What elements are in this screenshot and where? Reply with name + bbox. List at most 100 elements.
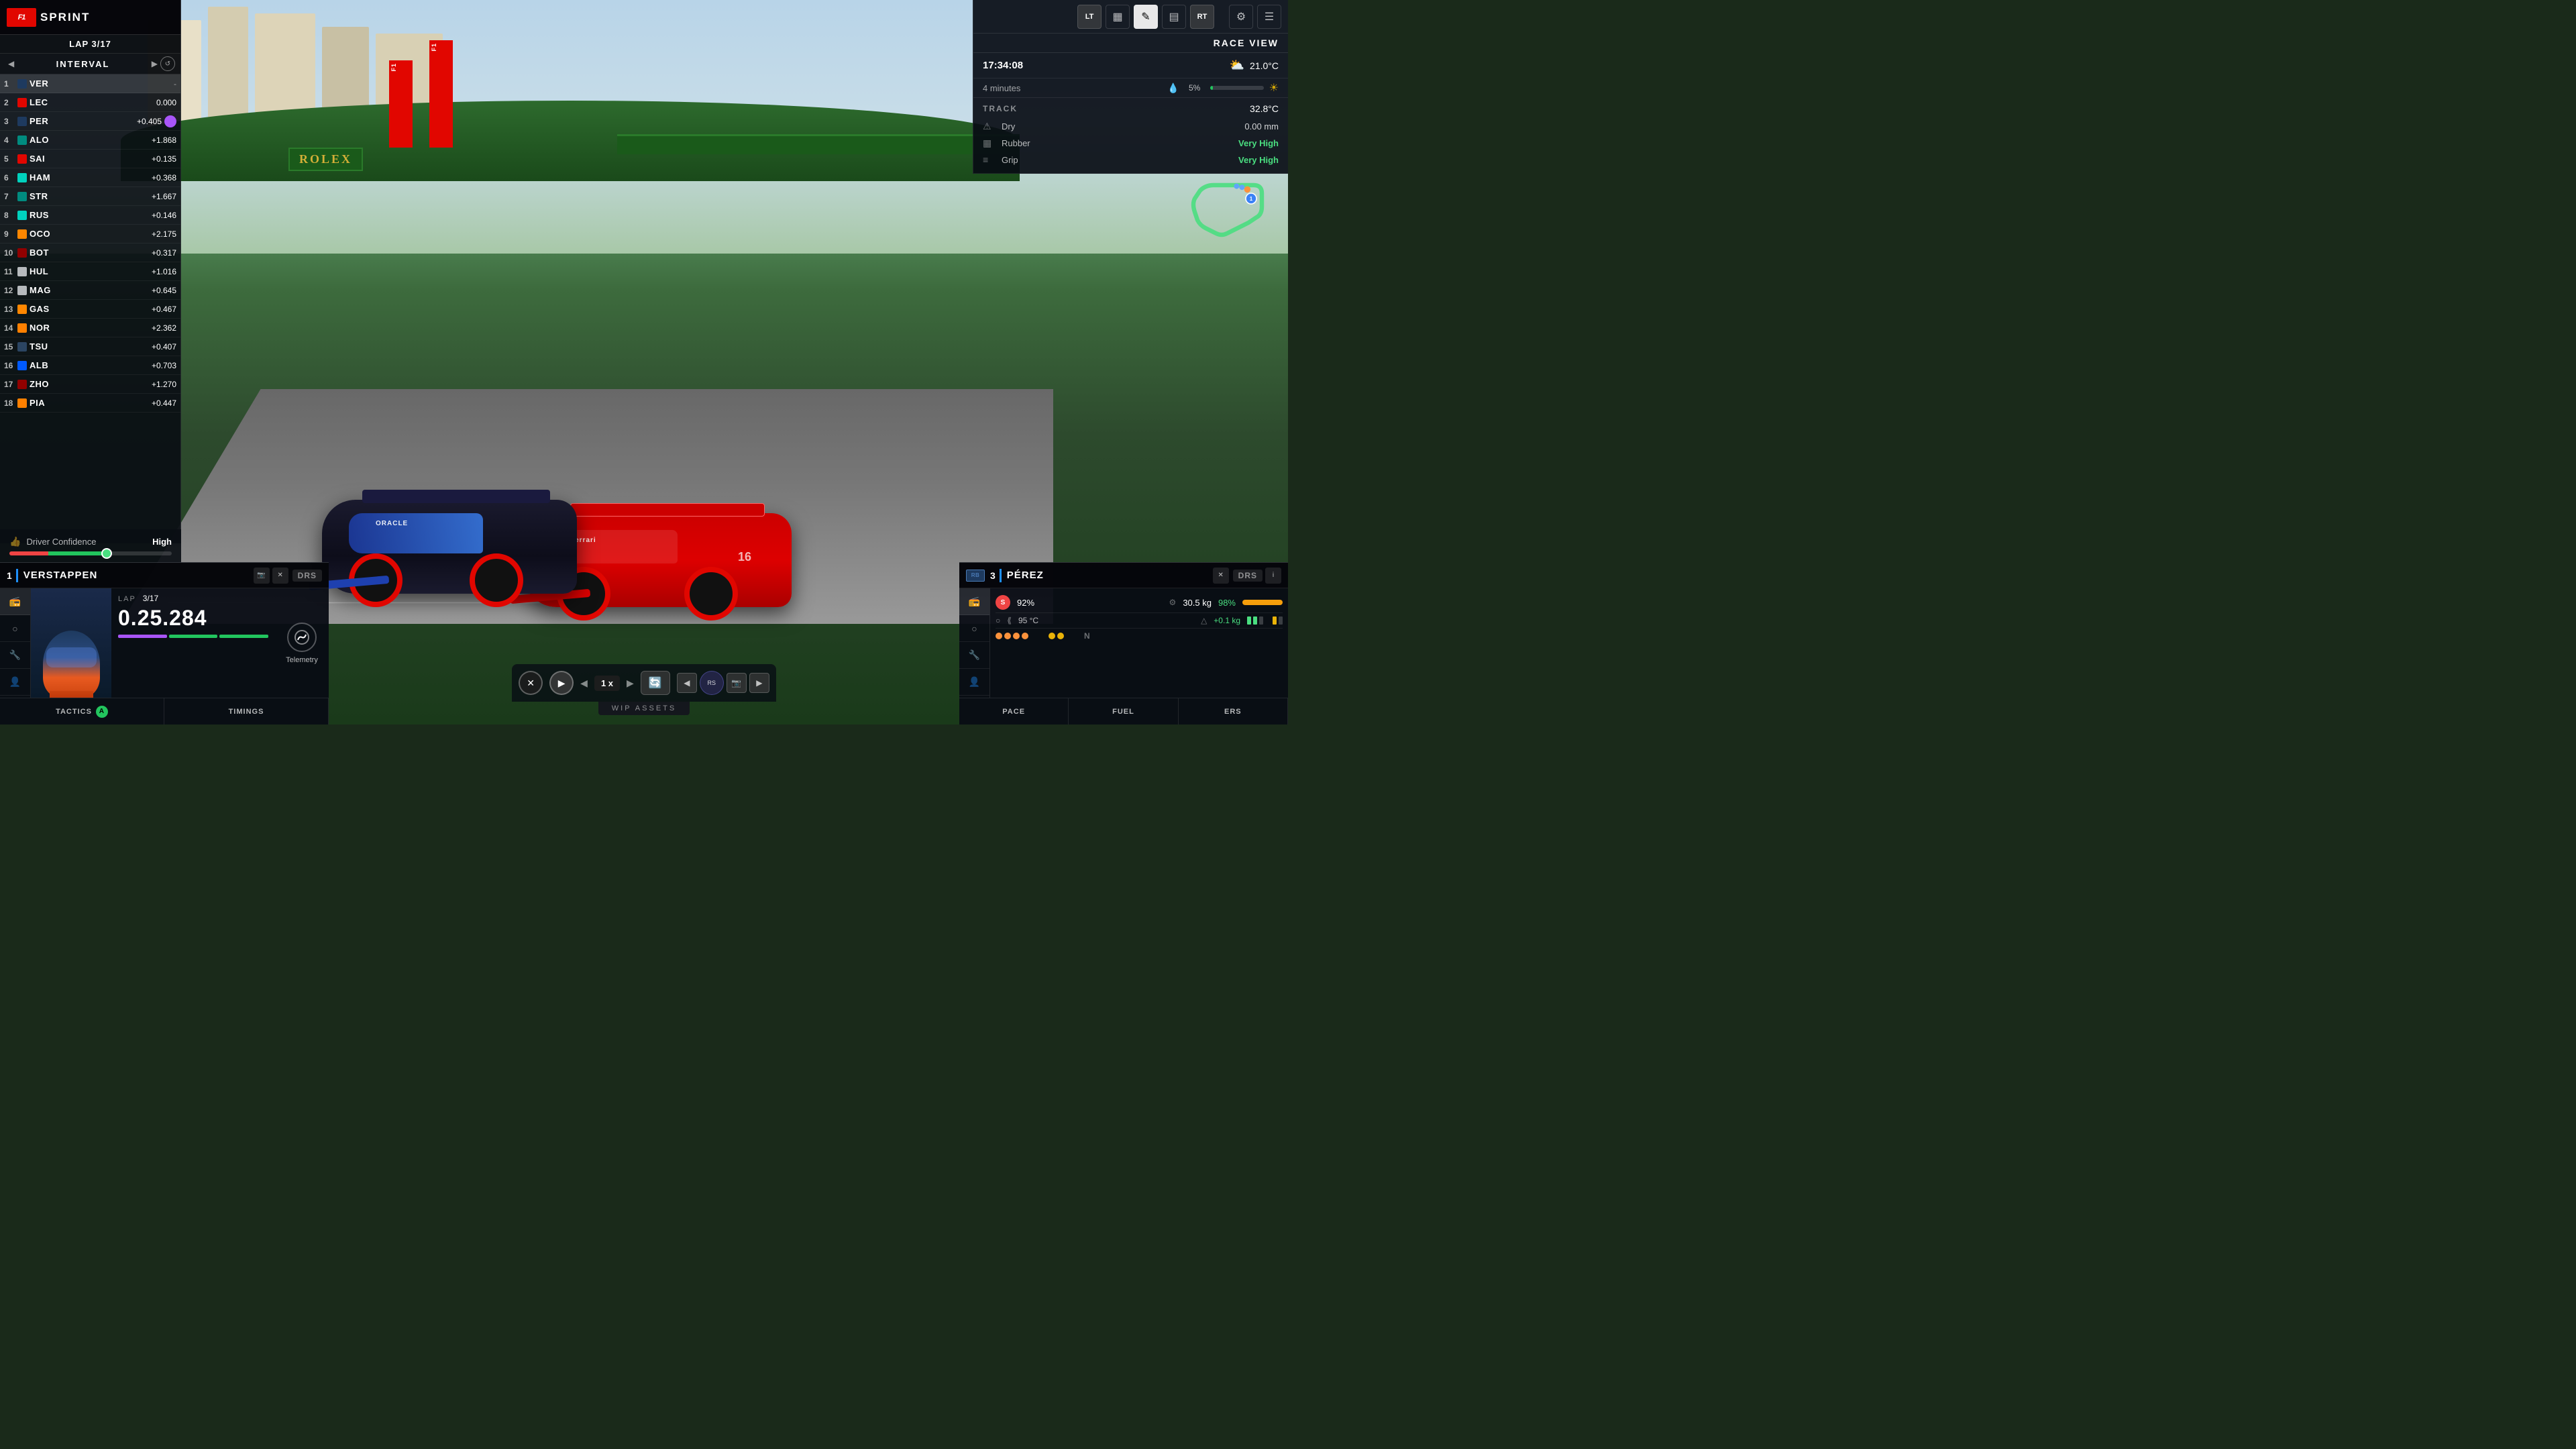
- track-header: TRACK 32.8°C: [983, 103, 1279, 114]
- confidence-bar: [9, 551, 172, 555]
- verstappen-position: 1: [7, 570, 12, 581]
- rt-button[interactable]: RT: [1190, 5, 1214, 29]
- gap-time: +0.317: [143, 248, 176, 258]
- perez-info-icon[interactable]: i: [1265, 568, 1281, 584]
- standing-position: 17: [4, 380, 17, 389]
- gap-time: +0.645: [143, 286, 176, 295]
- verstappen-stats: LAP 3/17 0.25.284: [111, 588, 275, 698]
- team-color-dot: [17, 398, 27, 408]
- fuel-footer-tab[interactable]: FUEL: [1069, 698, 1178, 724]
- table-row: 7STR+1.667: [0, 187, 180, 206]
- confidence-section: 👍 Driver Confidence High: [0, 529, 181, 562]
- table-row: 12MAG+0.645: [0, 281, 180, 300]
- interval-next[interactable]: ▶: [149, 59, 160, 68]
- table-row: 18PIA+0.447: [0, 394, 180, 413]
- perez-tab-wrench[interactable]: 🔧: [959, 642, 989, 669]
- team-color-dot: [17, 323, 27, 333]
- replay-button[interactable]: 🔄: [641, 671, 670, 695]
- a-button: A: [96, 706, 108, 718]
- tactics-label: TACTICS: [56, 708, 92, 716]
- grip-value: Very High: [1238, 155, 1279, 165]
- interval-refresh[interactable]: ↺: [160, 56, 175, 71]
- rubber-icon: ▦: [983, 138, 996, 149]
- menu-icon-btn[interactable]: ☰: [1257, 5, 1281, 29]
- confidence-fill: [9, 551, 107, 555]
- rubber-value: Very High: [1238, 138, 1279, 148]
- team-color-dot: [17, 98, 27, 107]
- chart-icon-btn[interactable]: ▦: [1106, 5, 1130, 29]
- fuel-indicator-dots: [1049, 633, 1064, 639]
- table-row: 14NOR+2.362: [0, 319, 180, 337]
- verstappen-tabs: 📻 ○ 🔧 👤: [0, 588, 31, 698]
- cam-prev[interactable]: ◀: [677, 673, 697, 693]
- timings-label: TIMINGS: [229, 708, 264, 716]
- standing-position: 16: [4, 361, 17, 370]
- camera-icon[interactable]: 📷: [254, 568, 270, 584]
- perez-tab-tire[interactable]: ○: [959, 615, 989, 642]
- bars-icon-btn[interactable]: ▤: [1162, 5, 1186, 29]
- f1-header: F1 SPRINT: [0, 0, 180, 35]
- perez-tab-person[interactable]: 👤: [959, 669, 989, 696]
- play-button[interactable]: ▶: [549, 671, 574, 695]
- timings-tab[interactable]: TIMINGS: [164, 698, 329, 724]
- tab-tire[interactable]: ○: [0, 615, 30, 642]
- driver-code: HAM: [30, 172, 143, 182]
- fuel-dots: [1273, 616, 1283, 625]
- team-color-dot: [17, 380, 27, 389]
- fuel-pct: 98%: [1218, 598, 1236, 608]
- standing-position: 18: [4, 398, 17, 408]
- driver-code: NOR: [30, 323, 143, 333]
- sector-1-bar: [118, 635, 167, 638]
- rolex-sign: ROLEX: [288, 148, 363, 171]
- next-skip-icon: ▶: [627, 678, 634, 689]
- lap-row: LAP 3/17: [118, 594, 268, 603]
- gear-icon-btn[interactable]: ⚙: [1229, 5, 1253, 29]
- grip-icon: ≡: [983, 154, 996, 165]
- driver-code: PER: [30, 116, 128, 126]
- sprint-label: SPRINT: [40, 11, 90, 24]
- drs-button-perez[interactable]: DRS: [1233, 570, 1263, 582]
- perez-tab-radio[interactable]: 📻: [959, 588, 989, 615]
- verstappen-footer: TACTICS A TIMINGS: [0, 698, 329, 724]
- standing-position: 9: [4, 229, 17, 239]
- rs-button[interactable]: RS: [700, 671, 724, 695]
- air-temperature: 21.0°C: [1250, 60, 1279, 71]
- pace-dot-3: [1013, 633, 1020, 639]
- x-button[interactable]: ✕: [519, 671, 543, 695]
- weather-time: 17:34:08: [983, 60, 1224, 71]
- lt-button[interactable]: LT: [1077, 5, 1102, 29]
- pace-dot-1: [996, 633, 1002, 639]
- driver-code: ZHO: [30, 379, 143, 389]
- confidence-value: High: [152, 537, 172, 547]
- fuel-change: +0.1 kg: [1214, 616, 1240, 625]
- tab-radio[interactable]: 📻: [0, 588, 30, 615]
- tab-wrench[interactable]: 🔧: [0, 642, 30, 669]
- tab-person[interactable]: 👤: [0, 669, 30, 696]
- fuel-dot-b: [1057, 633, 1064, 639]
- track-map-svg: 1: [1165, 174, 1279, 255]
- team-color-dot: [17, 342, 27, 352]
- lap-info: LAP 3/17: [0, 35, 180, 54]
- perez-row-3: N: [996, 629, 1283, 643]
- speed-display: 1 x: [594, 676, 620, 691]
- drs-button-verstappen[interactable]: DRS: [292, 570, 322, 582]
- fuel-kg: 30.5 kg: [1183, 598, 1212, 608]
- pencil-icon-btn[interactable]: ✎: [1134, 5, 1158, 29]
- driver-code: ALO: [30, 135, 143, 145]
- cam-icon[interactable]: 📷: [727, 673, 747, 693]
- tactics-tab[interactable]: TACTICS A: [0, 698, 164, 724]
- interval-prev[interactable]: ◀: [5, 59, 17, 68]
- ers-bars: [1247, 616, 1263, 625]
- perez-close-icon[interactable]: ✕: [1213, 568, 1229, 584]
- close-icon[interactable]: ✕: [272, 568, 288, 584]
- cam-next[interactable]: ▶: [749, 673, 769, 693]
- pace-footer-tab[interactable]: PACE: [959, 698, 1069, 724]
- team-color-dot: [17, 79, 27, 89]
- table-row: 9OCO+2.175: [0, 225, 180, 244]
- grip-label: Grip: [1002, 155, 1233, 165]
- confidence-slider-thumb[interactable]: [101, 548, 112, 559]
- team-color-dot: [17, 305, 27, 314]
- fuel-dot-1: [1273, 616, 1277, 625]
- ers-footer-tab[interactable]: ERS: [1179, 698, 1288, 724]
- rewind-icon: ⟪: [1007, 616, 1012, 625]
